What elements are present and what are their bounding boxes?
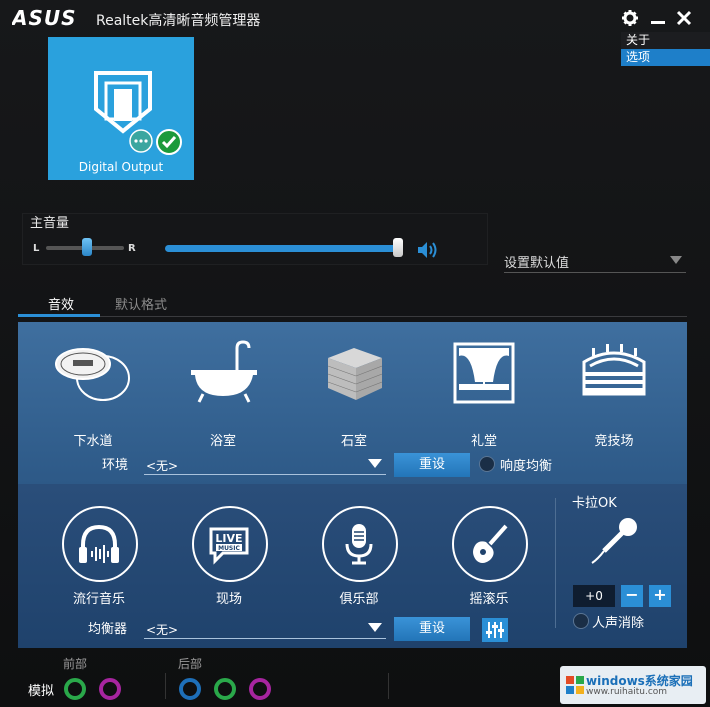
equalizer-reset-button[interactable]: 重设 xyxy=(394,617,470,641)
env-stone-room[interactable]: 石室 xyxy=(294,338,414,449)
bathtub-icon xyxy=(191,340,257,403)
eq-pop[interactable]: 流行音乐 xyxy=(44,506,154,610)
chat-bubble-icon xyxy=(129,129,153,153)
karaoke-microphone-icon xyxy=(591,518,637,564)
jack-separator xyxy=(165,673,166,699)
app-window: ASUS Realtek高清晰音频管理器 关于 选项 Digital Outpu… xyxy=(0,0,710,707)
karaoke-minus-button[interactable]: − xyxy=(621,585,643,607)
svg-text:LIVE: LIVE xyxy=(215,532,242,545)
set-default-dropdown[interactable]: 设置默认值 xyxy=(504,252,686,273)
equalizer-settings-button[interactable] xyxy=(482,618,508,642)
eq-label: 现场 xyxy=(215,592,242,607)
microphone-icon xyxy=(345,524,373,565)
watermark: windows系统家园 www.ruihaitu.com xyxy=(560,666,706,704)
options-menu: 关于 选项 xyxy=(621,32,710,66)
guitar-icon xyxy=(473,524,508,563)
karaoke-plus-button[interactable]: + xyxy=(649,585,671,607)
tab-sound-effects[interactable]: 音效 xyxy=(48,294,74,313)
device-label: Digital Output xyxy=(78,160,164,174)
environment-value: <无> xyxy=(146,459,179,473)
close-icon[interactable] xyxy=(674,8,694,28)
svg-text:MUSIC: MUSIC xyxy=(218,545,240,552)
front-jack-pink[interactable] xyxy=(99,678,121,700)
menu-item-options[interactable]: 选项 xyxy=(621,49,710,66)
set-default-label: 设置默认值 xyxy=(504,256,570,271)
env-label: 竞技场 xyxy=(594,434,634,449)
svg-text:ASUS: ASUS xyxy=(12,8,77,28)
chevron-down-icon xyxy=(368,459,382,468)
menu-item-about[interactable]: 关于 xyxy=(621,32,710,49)
back-jacks-label: 后部 xyxy=(178,657,203,671)
analog-label: 模拟 xyxy=(28,684,55,699)
env-auditorium[interactable]: 礼堂 xyxy=(424,338,544,449)
app-title: Realtek高清晰音频管理器 xyxy=(96,13,261,29)
equalizer-label: 均衡器 xyxy=(88,622,128,637)
env-label: 下水道 xyxy=(73,434,113,449)
eq-label: 流行音乐 xyxy=(72,592,125,607)
equalizer-value: <无> xyxy=(146,623,179,637)
chevron-down-icon xyxy=(368,623,382,632)
equalizer-dropdown[interactable]: <无> xyxy=(144,618,386,639)
auditorium-icon xyxy=(453,342,515,404)
check-icon xyxy=(156,129,182,155)
master-volume-thumb[interactable] xyxy=(393,238,403,257)
live-music-icon: LIVE MUSIC xyxy=(209,527,249,565)
karaoke-divider xyxy=(555,498,556,628)
device-tile-digital-output[interactable]: Digital Output xyxy=(48,37,194,180)
master-volume-title: 主音量 xyxy=(30,216,70,231)
gear-icon[interactable] xyxy=(620,8,640,28)
eq-rock[interactable]: 摇滚乐 xyxy=(434,506,544,610)
title-bar: ASUS Realtek高清晰音频管理器 xyxy=(0,0,710,36)
environment-reset-button[interactable]: 重设 xyxy=(394,453,470,477)
headphones-icon xyxy=(79,524,119,563)
balance-left-label: L xyxy=(33,243,40,254)
sliders-icon xyxy=(486,622,504,638)
env-arena[interactable]: 竞技场 xyxy=(554,338,674,449)
digital-output-icon xyxy=(94,71,152,134)
back-jack-green[interactable] xyxy=(214,678,236,700)
front-jacks-label: 前部 xyxy=(63,657,88,671)
master-volume-slider[interactable] xyxy=(165,245,401,252)
karaoke-title: 卡拉OK xyxy=(572,496,617,511)
eq-live[interactable]: LIVE MUSIC 现场 xyxy=(174,506,284,610)
eq-club[interactable]: 俱乐部 xyxy=(304,506,414,610)
balance-slider-thumb[interactable] xyxy=(82,238,92,256)
env-bathroom[interactable]: 浴室 xyxy=(163,338,283,449)
karaoke-value: +0 xyxy=(573,585,615,607)
back-jack-blue[interactable] xyxy=(179,678,201,700)
watermark-url: www.ruihaitu.com xyxy=(586,687,668,697)
chevron-down-icon xyxy=(670,256,682,264)
speaker-icon[interactable] xyxy=(416,240,440,260)
loudness-equalization-checkbox[interactable] xyxy=(479,456,495,472)
asus-logo: ASUS xyxy=(12,8,77,28)
balance-right-label: R xyxy=(128,243,136,254)
tab-bar: 音效 默认格式 xyxy=(18,290,687,317)
front-jack-green[interactable] xyxy=(64,678,86,700)
environment-label: 环境 xyxy=(102,458,129,473)
voice-cancel-label: 人声消除 xyxy=(592,616,645,631)
env-label: 浴室 xyxy=(209,434,236,449)
env-label: 石室 xyxy=(340,434,367,449)
arena-icon xyxy=(582,344,646,396)
environment-dropdown[interactable]: <无> xyxy=(144,454,386,475)
eq-label: 摇滚乐 xyxy=(469,592,509,607)
env-label: 礼堂 xyxy=(470,434,497,449)
env-sewer[interactable]: 下水道 xyxy=(33,338,153,449)
jack-separator xyxy=(388,673,389,699)
windows-logo-icon xyxy=(566,676,584,694)
back-jack-pink[interactable] xyxy=(249,678,271,700)
stone-room-icon xyxy=(327,348,383,400)
minimize-icon[interactable] xyxy=(648,8,668,28)
voice-cancel-checkbox[interactable] xyxy=(573,613,589,629)
environment-panel: 下水道 浴室 石室 礼堂 竞技场 环境 <无> 重设 响度均衡 xyxy=(18,322,687,484)
tab-default-format[interactable]: 默认格式 xyxy=(115,294,167,313)
eq-label: 俱乐部 xyxy=(339,592,379,607)
active-tab-indicator xyxy=(18,314,100,317)
sewer-icon xyxy=(55,348,130,401)
loudness-equalization-label: 响度均衡 xyxy=(500,459,553,474)
